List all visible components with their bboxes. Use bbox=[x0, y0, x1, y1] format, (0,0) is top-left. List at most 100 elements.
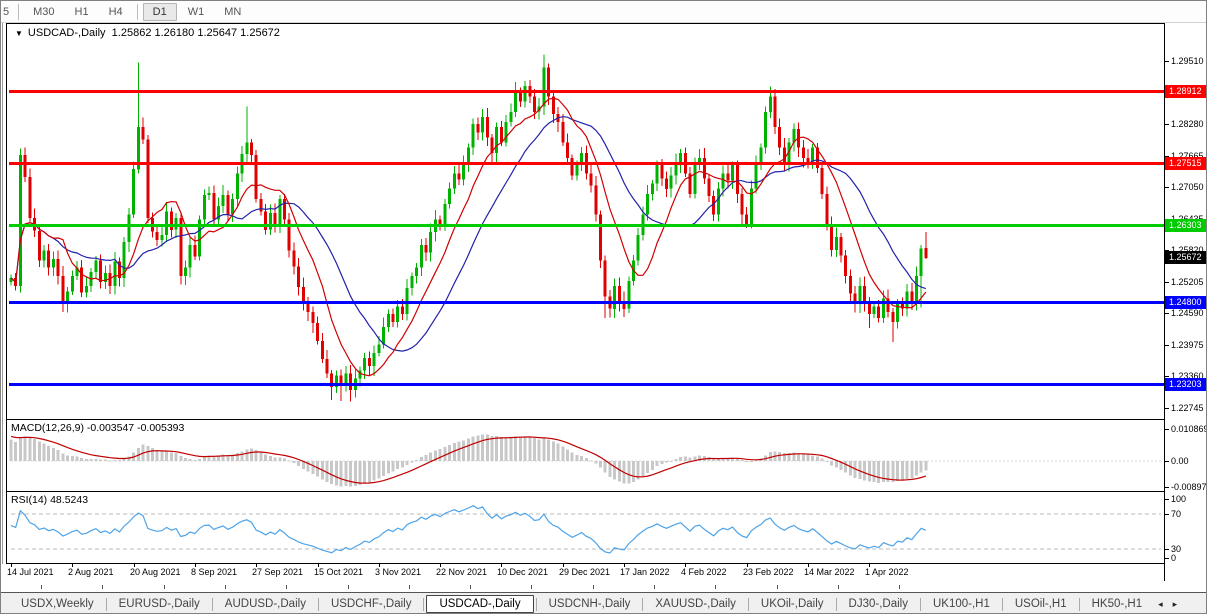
axis-tick-mark bbox=[1165, 429, 1169, 430]
tab-separator bbox=[317, 597, 319, 611]
macd-axis-tick: -0.00897 bbox=[1171, 482, 1207, 493]
date-axis-label: 3 Nov 2021 bbox=[375, 567, 422, 577]
symbol-tab-usoil[interactable]: USOil-,H1 bbox=[1005, 596, 1077, 612]
bar-high-value: 1.26180 bbox=[154, 27, 195, 39]
price-axis-tick: 1.27050 bbox=[1171, 182, 1204, 193]
axis-tick-mark bbox=[1165, 549, 1169, 550]
symbol-tab-xauusd[interactable]: XAUUSD-,Daily bbox=[645, 596, 746, 612]
tab-separator bbox=[211, 597, 213, 611]
tab-separator bbox=[747, 597, 749, 611]
axis-tick-mark bbox=[1165, 313, 1169, 315]
axis-tick-mark bbox=[1165, 187, 1169, 189]
date-tick-mark bbox=[501, 564, 502, 567]
price-axis-tick: 1.25205 bbox=[1171, 276, 1204, 287]
symbol-tab-usdchf[interactable]: USDCHF-,Daily bbox=[321, 596, 422, 612]
axis-tick-mark bbox=[1165, 487, 1169, 489]
scroll-tick-mark bbox=[838, 585, 839, 589]
date-tick-mark bbox=[318, 564, 319, 567]
price-axis-tick: 1.29510 bbox=[1171, 56, 1204, 66]
chart-dropdown-icon[interactable]: ▼ bbox=[15, 29, 23, 38]
symbol-tab-audusd[interactable]: AUDUSD-,Daily bbox=[215, 596, 316, 612]
axis-tick-mark bbox=[1165, 499, 1169, 500]
date-tick-mark bbox=[685, 564, 686, 567]
bar-low-value: 1.25647 bbox=[197, 27, 238, 39]
date-axis-label: 27 Sep 2021 bbox=[252, 567, 304, 577]
macd-indicator-label: MACD(12,26,9) -0.003547 -0.005393 bbox=[11, 422, 185, 434]
tab-separator bbox=[1001, 597, 1003, 611]
date-tick-mark bbox=[747, 564, 748, 567]
date-axis-label: 29 Dec 2021 bbox=[559, 567, 611, 577]
tab-separator bbox=[919, 597, 921, 611]
date-tick-mark bbox=[563, 564, 564, 567]
candlestick-series bbox=[9, 54, 928, 402]
price-level-badge: 1.26303 bbox=[1165, 219, 1206, 232]
price-axis-tick: 1.22745 bbox=[1171, 402, 1204, 413]
scroll-tick-mark bbox=[899, 585, 900, 589]
date-axis-label: 15 Oct 2021 bbox=[314, 567, 364, 577]
macd-rsi-splitter[interactable] bbox=[7, 491, 1206, 492]
scroll-tick-mark bbox=[102, 585, 103, 589]
date-axis-label: 10 Dec 2021 bbox=[497, 567, 549, 577]
scroll-tick-mark bbox=[41, 585, 42, 589]
symbol-tab-dj30[interactable]: DJ30-,Daily bbox=[839, 596, 918, 612]
axis-tick-mark bbox=[1165, 514, 1169, 515]
date-tick-mark bbox=[440, 564, 441, 567]
trading-terminal-window: 5 M30 H1 H4 D1 W1 MN ▼ USDCAD-,Daily 1.25… bbox=[0, 0, 1207, 614]
symbol-tab-uk100[interactable]: UK100-,H1 bbox=[923, 596, 1000, 612]
symbol-tab-usdcnh[interactable]: USDCNH-,Daily bbox=[539, 596, 641, 612]
symbol-tab-eurusd[interactable]: EURUSD-,Daily bbox=[109, 596, 210, 612]
tab-separator bbox=[105, 597, 107, 611]
axis-tick-mark bbox=[1165, 461, 1169, 462]
symbol-tab-usdx[interactable]: USDX,Weekly bbox=[11, 596, 104, 612]
price-axis-tick: 1.28280 bbox=[1171, 119, 1204, 130]
date-axis-label: 14 Jul 2021 bbox=[7, 567, 54, 577]
tab-scroll-arrows: ◂ ▸ bbox=[1158, 599, 1177, 610]
symbol-tab-usdcad[interactable]: USDCAD-,Daily bbox=[426, 595, 534, 613]
scroll-tick-mark bbox=[225, 585, 226, 589]
date-axis[interactable]: 14 Jul 2021 2 Aug 2021 20 Aug 2021 8 Sep 20… bbox=[1, 564, 1164, 581]
symbol-tab-ukoil[interactable]: UKOil-,Daily bbox=[751, 596, 834, 612]
axis-tick-mark bbox=[1165, 344, 1169, 346]
symbol-tab-hk50[interactable]: HK50-,H1 bbox=[1082, 596, 1153, 612]
symbol-tabbar: USDX,Weekly EURUSD-,Daily AUDUSD-,Daily USD… bbox=[1, 592, 1206, 613]
date-axis-label: 4 Feb 2022 bbox=[681, 567, 727, 577]
price-axis-tick: 1.24590 bbox=[1171, 308, 1204, 319]
scroll-tick-mark bbox=[164, 585, 165, 589]
date-axis-label: 23 Feb 2022 bbox=[743, 567, 794, 577]
scroll-tick-mark bbox=[531, 585, 532, 589]
scroll-tick-mark bbox=[654, 585, 655, 589]
tab-separator bbox=[423, 597, 425, 611]
date-axis-label: 14 Mar 2022 bbox=[804, 567, 855, 577]
date-tick-mark bbox=[134, 564, 135, 567]
price-macd-splitter[interactable] bbox=[7, 419, 1206, 420]
scroll-tick-mark bbox=[593, 585, 594, 589]
chart-canvas[interactable] bbox=[1, 1, 1207, 614]
price-level-badge: 1.24800 bbox=[1165, 296, 1206, 309]
date-axis-label: 22 Nov 2021 bbox=[436, 567, 488, 577]
tab-separator bbox=[535, 597, 537, 611]
price-level-badge: 1.27515 bbox=[1165, 157, 1206, 170]
date-tick-mark bbox=[11, 564, 12, 567]
scroll-tick-mark bbox=[777, 585, 778, 589]
tabs-scroll-right-icon[interactable]: ▸ bbox=[1173, 599, 1178, 610]
rsi-axis-tick: 100 bbox=[1171, 494, 1187, 504]
rsi-axis-tick: 0 bbox=[1171, 553, 1177, 563]
chart-title: ▼ USDCAD-,Daily 1.25862 1.26180 1.25647 1… bbox=[15, 27, 280, 39]
macd-histogram bbox=[9, 434, 928, 487]
date-axis-label: 20 Aug 2021 bbox=[130, 567, 181, 577]
scroll-tick-mark bbox=[348, 585, 349, 589]
scroll-tick-mark bbox=[286, 585, 287, 589]
macd-axis-tick: 0.010869 bbox=[1171, 424, 1207, 434]
date-tick-mark bbox=[379, 564, 380, 567]
chart-symbol-label: USDCAD-,Daily bbox=[27, 27, 106, 39]
date-axis-label: 17 Jan 2022 bbox=[620, 567, 670, 577]
scroll-tick-strip bbox=[1, 581, 1206, 592]
tabs-scroll-left-icon[interactable]: ◂ bbox=[1158, 599, 1163, 610]
tab-separator bbox=[835, 597, 837, 611]
bar-open-value: 1.25862 bbox=[111, 27, 152, 39]
bar-close-value: 1.25672 bbox=[240, 27, 280, 39]
price-level-badge: 1.28912 bbox=[1165, 85, 1206, 98]
date-tick-mark bbox=[808, 564, 809, 567]
rsi-line bbox=[10, 505, 927, 554]
date-axis-label: 2 Aug 2021 bbox=[68, 567, 114, 577]
